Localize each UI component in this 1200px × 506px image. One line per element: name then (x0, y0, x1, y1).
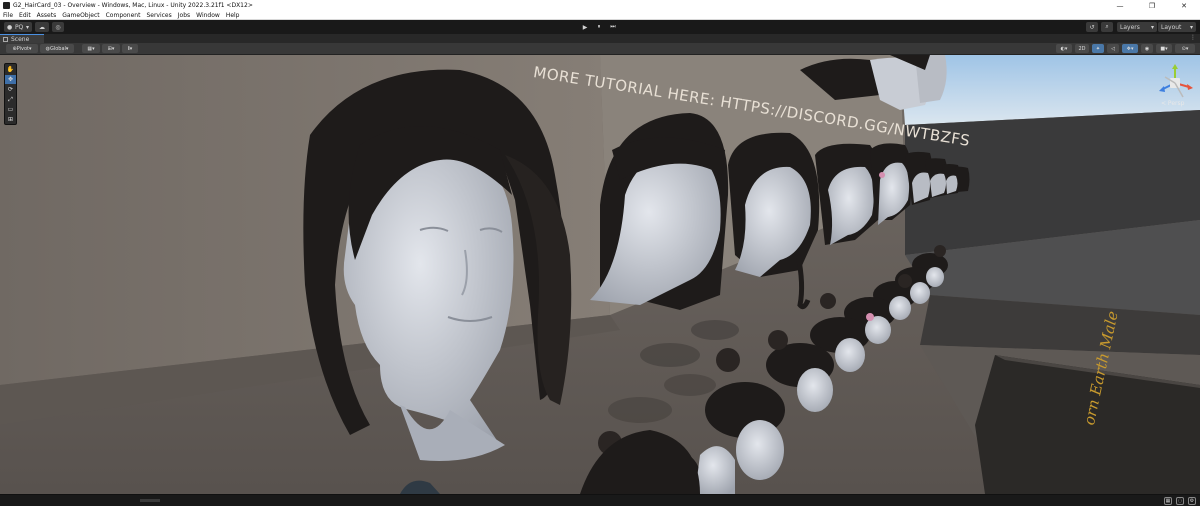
shading-icon: ◐▾ (1060, 45, 1068, 52)
gizmos-dropdown[interactable]: ⊙▾ (1175, 44, 1195, 53)
eye-icon: ◉ (1144, 45, 1150, 52)
effects-toggle[interactable]: ❖▾ (1122, 44, 1138, 53)
grid-snap-icon: ▦▾ (87, 45, 95, 52)
menu-window[interactable]: Window (196, 12, 220, 19)
maximize-button[interactable]: ❐ (1136, 0, 1168, 11)
tab-scene-label: Scene (11, 35, 30, 43)
scene-render (0, 55, 1200, 494)
snap-increment-button[interactable]: ⊞▾ (102, 44, 120, 53)
layers-label: Layers (1120, 23, 1140, 31)
camera-settings-button[interactable]: ■▾ (1156, 44, 1172, 53)
menu-gameobject[interactable]: GameObject (62, 12, 99, 19)
tab-scene[interactable]: Scene (0, 34, 44, 43)
hand-tool-button[interactable]: ✋ (5, 65, 16, 74)
menu-file[interactable]: File (3, 12, 13, 19)
transform-icon: ⊞ (7, 116, 14, 123)
history-button[interactable]: ↺ (1086, 22, 1098, 32)
chevron-down-icon: ▾ (65, 45, 69, 52)
account-dropdown[interactable]: ● PQ ▾ (4, 22, 32, 32)
layout-dropdown[interactable]: Layout ▾ (1158, 22, 1196, 32)
transform-tool-button[interactable]: ⊞ (5, 115, 16, 124)
menu-jobs[interactable]: Jobs (178, 12, 190, 19)
search-icon: ⌕ (1105, 23, 1109, 30)
main-toolbar: ● PQ ▾ ☁ ◎ ▶ ⏸ ⏭ ↺ ⌕ Layers ▾ Layout ▾ (0, 20, 1200, 34)
2d-toggle[interactable]: 2D (1075, 44, 1089, 53)
pause-button[interactable]: ⏸ (592, 22, 606, 32)
menu-edit[interactable]: Edit (19, 12, 31, 19)
collab-button[interactable]: ◎ (52, 22, 64, 32)
tab-menu-button[interactable]: ⋮ (1190, 34, 1196, 41)
rotate-tool-button[interactable]: ⟳ (5, 85, 16, 94)
scene-viewport[interactable]: MORE TUTORIAL HERE: HTTPS://DISCORD.GG/N… (0, 55, 1200, 494)
hidden-objects-toggle[interactable]: ◉ (1141, 44, 1153, 53)
move-icon: ✥ (7, 76, 14, 83)
chevron-down-icon: ▾ (25, 23, 29, 31)
debug-status-icon[interactable]: ⚙ (1188, 497, 1196, 505)
grid-snap-button[interactable]: ▦▾ (82, 44, 100, 53)
chevron-down-icon: ▾ (1150, 23, 1154, 31)
account-label: PQ (14, 23, 24, 31)
scene-tab-bar: Scene ⋮ (0, 34, 1200, 43)
window-controls: — ❐ ✕ (1104, 0, 1200, 11)
close-button[interactable]: ✕ (1168, 0, 1200, 11)
account-icon: ● (7, 23, 13, 31)
rect-tool-button[interactable]: ▭ (5, 105, 16, 114)
title-bar: G2_HairCard_03 - Overview - Windows, Mac… (0, 0, 1200, 11)
collab-icon: ◎ (55, 23, 61, 31)
draw-mode-button[interactable]: ◐▾ (1056, 44, 1072, 53)
pivot-label: Pivot (16, 45, 29, 52)
step-button[interactable]: ⏭ (606, 22, 620, 32)
menu-component[interactable]: Component (106, 12, 141, 19)
bake-status-icon[interactable]: ▦ (1164, 497, 1172, 505)
unity-logo-icon (3, 2, 10, 9)
layers-dropdown[interactable]: Layers ▾ (1117, 22, 1157, 32)
pivot-dropdown[interactable]: ⊕ Pivot ▾ (6, 44, 38, 53)
window-title: G2_HairCard_03 - Overview - Windows, Mac… (13, 2, 253, 9)
cloud-button[interactable]: ☁ (35, 22, 49, 32)
menu-bar: File Edit Assets GameObject Component Se… (0, 11, 1200, 20)
menu-help[interactable]: Help (226, 12, 240, 19)
status-icons: ▦ ◌ ⚙ (1160, 497, 1196, 505)
minimize-button[interactable]: — (1104, 0, 1136, 11)
gizmos-icon: ⊙▾ (1181, 45, 1189, 52)
camera-icon: ■▾ (1160, 45, 1168, 52)
chevron-down-icon: ▾ (1189, 23, 1193, 31)
scale-tool-button[interactable]: ⤢ (5, 95, 16, 104)
orientation-gizmo[interactable] (1155, 63, 1195, 105)
global-dropdown[interactable]: ◍ Global ▾ (40, 44, 74, 53)
cloud-icon: ☁ (39, 23, 45, 31)
menu-assets[interactable]: Assets (37, 12, 57, 19)
search-button[interactable]: ⌕ (1101, 22, 1113, 32)
vertex-snap-button[interactable]: ⫴▾ (122, 44, 138, 53)
vertex-snap-icon: ⫴▾ (127, 45, 133, 52)
scale-icon: ⤢ (8, 95, 13, 103)
menu-services[interactable]: Services (146, 12, 171, 19)
play-controls: ▶ ⏸ ⏭ (578, 22, 620, 32)
layout-label: Layout (1161, 23, 1182, 31)
status-progress-bar (140, 499, 160, 502)
rect-icon: ▭ (7, 106, 14, 113)
2d-label: 2D (1078, 45, 1086, 52)
projection-label[interactable]: < Persp (1161, 100, 1184, 107)
audio-icon: ◁ (1111, 45, 1115, 52)
audio-toggle[interactable]: ◁ (1107, 44, 1119, 53)
light-icon: ✦ (1095, 45, 1101, 52)
rotate-icon: ⟳ (7, 86, 14, 93)
grid-icon (3, 36, 8, 42)
history-icon: ↺ (1089, 23, 1095, 31)
chevron-down-icon: ▾ (28, 45, 32, 52)
global-label: Global (49, 45, 66, 52)
effects-icon: ❖▾ (1126, 45, 1134, 52)
move-tool-button[interactable]: ✥ (5, 75, 16, 84)
play-button[interactable]: ▶ (578, 22, 592, 32)
status-bar: ▦ ◌ ⚙ (0, 494, 1200, 506)
snap-icon: ⊞▾ (107, 45, 115, 52)
collab-status-icon[interactable]: ◌ (1176, 497, 1184, 505)
lighting-toggle[interactable]: ✦ (1092, 44, 1104, 53)
hand-icon: ✋ (6, 66, 15, 73)
scene-toolbar: ⊕ Pivot ▾ ◍ Global ▾ ▦▾ ⊞▾ ⫴▾ ◐▾ 2D ✦ ◁ ❖▾ ◉… (0, 43, 1200, 55)
tools-palette: ✋ ✥ ⟳ ⤢ ▭ ⊞ (4, 63, 17, 125)
